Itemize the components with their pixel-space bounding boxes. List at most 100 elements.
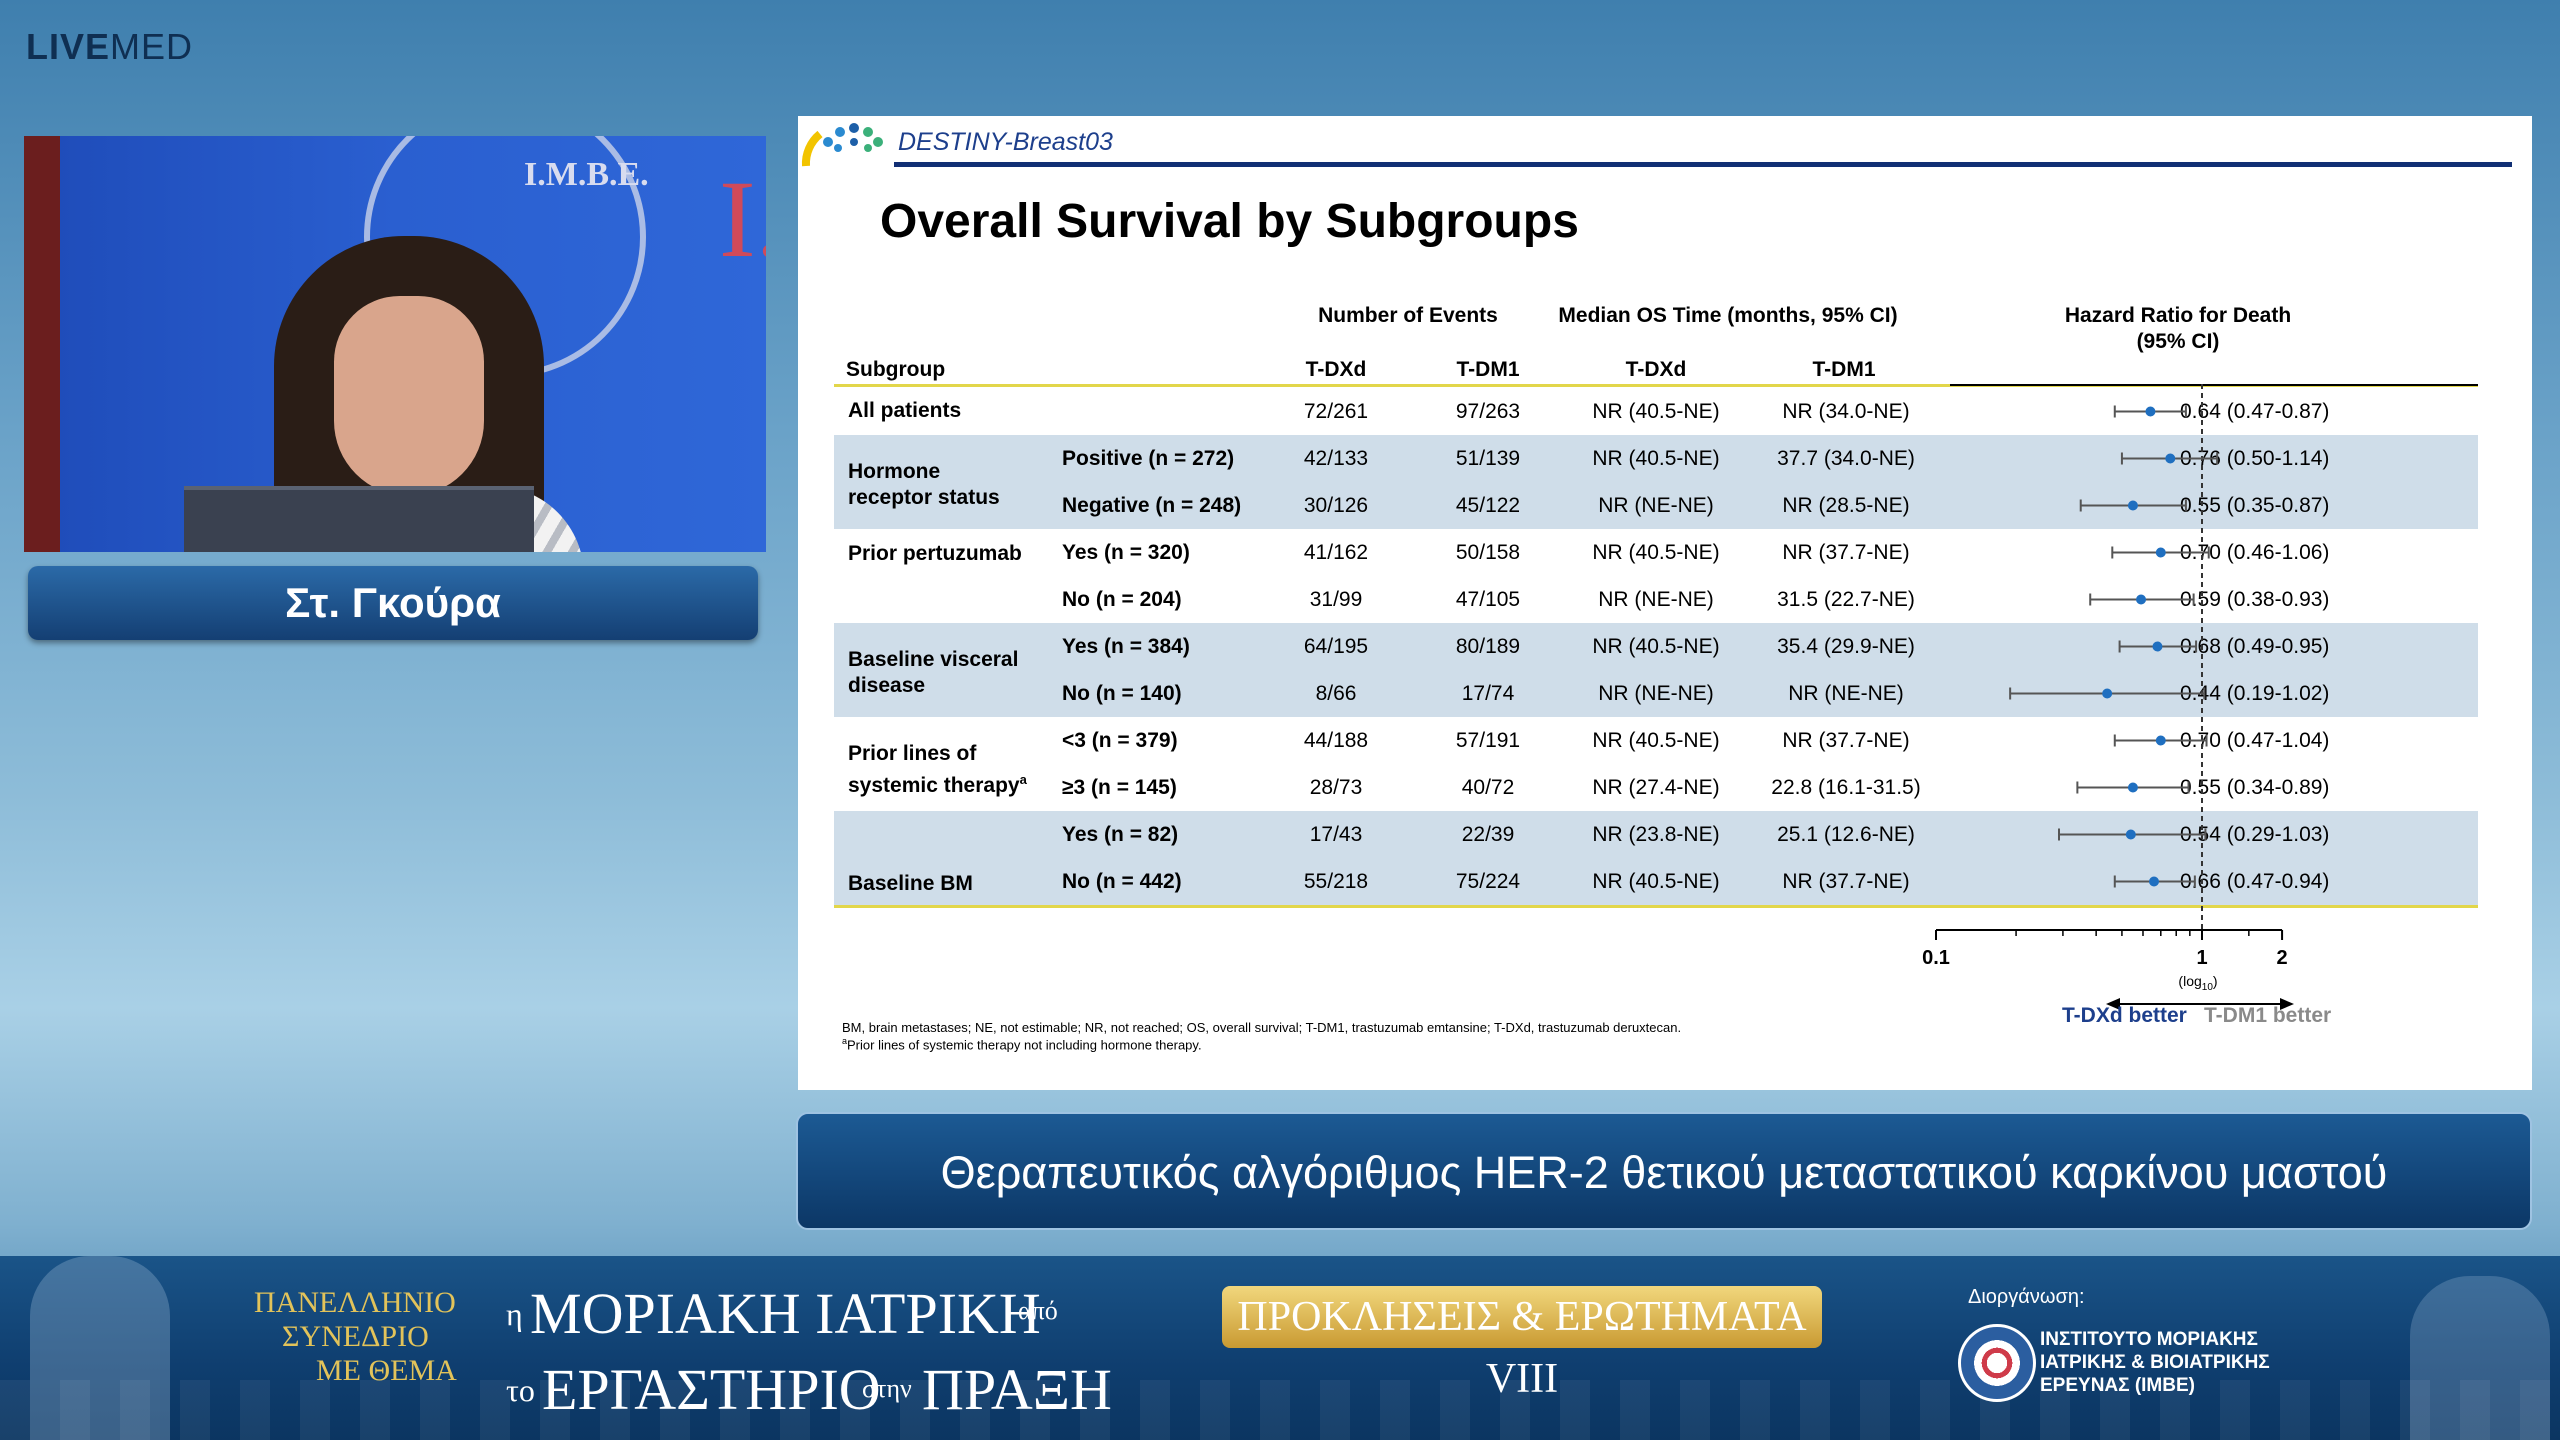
hazard-ratio-cell: 0.64 (0.47-0.87) xyxy=(2180,400,2330,423)
x-scale-label: (log10) xyxy=(2178,973,2217,993)
os-tdxd-cell: NR (40.5-NE) xyxy=(1592,870,1720,893)
banner-me-thema: ΜΕ ΘΕΜΑ xyxy=(316,1354,457,1387)
os-tdxd-cell: NR (NE-NE) xyxy=(1598,682,1714,705)
events-tdm1-cell: 17/74 xyxy=(1461,682,1515,705)
table-row: Positive (n = 272) 42/133 51/139 NR (40.5-N… xyxy=(834,435,2478,482)
events-tdxd-cell: 8/66 xyxy=(1315,682,1357,705)
subgroup-cell: Yes (n = 384) xyxy=(1062,635,1190,658)
events-tdm1-cell: 51/139 xyxy=(1455,447,1521,470)
trial-name: DESTINY-Breast03 xyxy=(898,128,1113,156)
tdm1-better-label: T-DM1 better xyxy=(2204,1004,2332,1027)
footnote-abbreviations: BM, brain metastases; NE, not estimable;… xyxy=(842,1020,1682,1035)
hazard-ratio-cell: 0.55 (0.35-0.87) xyxy=(2180,494,2330,517)
banner-stin: στην xyxy=(862,1374,912,1403)
table-row: No (n = 442) 55/218 75/224 NR (40.5-NE) NR (… xyxy=(834,858,2478,905)
x-tick-label: 0.1 xyxy=(1922,947,1950,969)
hazard-ratio-cell: 0.66 (0.47-0.94) xyxy=(2180,870,2330,893)
laptop xyxy=(184,486,534,552)
os-tdm1-cell: NR (37.7-NE) xyxy=(1782,729,1910,752)
slide-title: Overall Survival by Subgroups xyxy=(880,195,1579,248)
presentation-slide: DESTINY-Breast03 Overall Survival by Sub… xyxy=(798,116,2532,1090)
banner-challenges-pill: ΠΡΟΚΛΗΣΕΙΣ & ΕΡΩΤΗΜΑΤΑ VIII xyxy=(1222,1286,1822,1402)
subgroup-cell: Negative (n = 248) xyxy=(1062,494,1242,517)
livemed-logo: LIVEMED xyxy=(26,26,194,67)
os-tdm1-cell: NR (37.7-NE) xyxy=(1782,870,1910,893)
hazard-ratio-cell: 0.70 (0.46-1.06) xyxy=(2180,541,2330,564)
events-tdm1-cell: 22/39 xyxy=(1461,823,1515,846)
subgroup-cell: No (n = 442) xyxy=(1062,870,1182,893)
table-bottom-rule xyxy=(834,905,2478,908)
os-tdm1-cell: NR (34.0-NE) xyxy=(1782,400,1910,423)
tdxd-better-label: T-DXd better xyxy=(2062,1004,2187,1027)
hazard-ratio-cell: 0.54 (0.29-1.03) xyxy=(2180,823,2330,846)
table-row: Yes (n = 82) 17/43 22/39 NR (23.8-NE) 25.1 (… xyxy=(834,811,2478,858)
hazard-ratio-cell: 0.55 (0.34-0.89) xyxy=(2180,776,2330,799)
organizer-label: Διοργάνωση: xyxy=(1968,1286,2085,1308)
header-os-tdxd: T-DXd xyxy=(1625,358,1687,381)
os-tdxd-cell: NR (40.5-NE) xyxy=(1592,400,1720,423)
events-tdm1-cell: 50/158 xyxy=(1455,541,1521,564)
banner-h: η xyxy=(506,1296,523,1332)
os-tdxd-cell: NR (23.8-NE) xyxy=(1592,823,1720,846)
hazard-ratio-cell: 0.44 (0.19-1.02) xyxy=(2180,682,2330,705)
subgroup-cell: Yes (n = 82) xyxy=(1062,823,1179,846)
events-tdm1-cell: 45/122 xyxy=(1455,494,1521,517)
x-tick-label: 2 xyxy=(2277,947,2288,969)
subgroup-cell: Yes (n = 320) xyxy=(1062,541,1190,564)
events-tdxd-cell: 30/126 xyxy=(1303,494,1369,517)
banner-synedrio: ΣΥΝΕΔΡΙΟ xyxy=(282,1320,429,1353)
os-tdxd-cell: NR (40.5-NE) xyxy=(1592,635,1720,658)
speaker-nameplate: Στ. Γκούρα xyxy=(28,566,758,640)
imbe-logo-text: I.M.B.E. xyxy=(524,156,649,193)
subgroup-cell: No (n = 204) xyxy=(1062,588,1182,611)
events-tdxd-cell: 44/188 xyxy=(1303,729,1369,752)
events-tdm1-cell: 40/72 xyxy=(1461,776,1515,799)
header-subgroup: Subgroup xyxy=(846,358,946,381)
table-row: No (n = 140) 8/66 17/74 NR (NE-NE) NR (NE-NE… xyxy=(834,670,2478,717)
hazard-ratio-cell: 0.70 (0.47-1.04) xyxy=(2180,729,2330,752)
os-tdxd-cell: NR (NE-NE) xyxy=(1598,588,1714,611)
footnote-prior-lines: aPrior lines of systemic therapy not inc… xyxy=(842,1036,1202,1053)
events-tdm1-cell: 75/224 xyxy=(1455,870,1521,893)
banner-praxi: ΠΡΑΞΗ xyxy=(922,1357,1112,1422)
header-os-tdm1: T-DM1 xyxy=(1812,358,1876,381)
os-tdm1-cell: 37.7 (34.0-NE) xyxy=(1777,447,1915,470)
organizer-name: ΙΝΣΤΙΤΟΥΤΟ ΜΟΡΙΑΚΗΣ ΙΑΤΡΙΚΗΣ & ΒΙΟΙΑΤΡΙΚ… xyxy=(2040,1329,2270,1396)
subgroup-cell xyxy=(1062,388,1262,435)
subgroup-cell: No (n = 140) xyxy=(1062,682,1182,705)
table-row: <3 (n = 379) 44/188 57/191 NR (40.5-NE) NR (… xyxy=(834,717,2478,764)
destiny-logo-icon xyxy=(801,123,883,167)
table-row: No (n = 204) 31/99 47/105 NR (NE-NE) 31.5 (2… xyxy=(834,576,2478,623)
banner-ergastirio: ΕΡΓΑΣΤΗΡΙΟ xyxy=(542,1357,881,1422)
os-tdxd-cell: NR (40.5-NE) xyxy=(1592,447,1720,470)
events-tdxd-cell: 42/133 xyxy=(1303,447,1369,470)
imbe-logo-icon xyxy=(1958,1324,2036,1402)
header-hazard-ratio: Hazard Ratio for Death xyxy=(2064,304,2292,327)
hazard-ratio-cell: 0.68 (0.49-0.95) xyxy=(2180,635,2330,658)
subgroup-cell: ≥3 (n = 145) xyxy=(1062,776,1177,799)
subgroup-cell: Positive (n = 272) xyxy=(1062,447,1235,470)
events-tdxd-cell: 64/195 xyxy=(1303,635,1369,658)
os-tdm1-cell: 35.4 (29.9-NE) xyxy=(1777,635,1915,658)
os-tdxd-cell: NR (27.4-NE) xyxy=(1592,776,1720,799)
events-tdm1-cell: 47/105 xyxy=(1455,588,1521,611)
header-hazard-ratio-ci: (95% CI) xyxy=(2136,330,2220,353)
events-tdxd-cell: 17/43 xyxy=(1309,823,1363,846)
header-events-tdm1: T-DM1 xyxy=(1456,358,1520,381)
x-tick-label: 1 xyxy=(2196,947,2207,969)
events-tdxd-cell: 41/162 xyxy=(1303,541,1369,564)
forest-top-rule xyxy=(1950,384,2478,386)
banner-to: το xyxy=(506,1372,535,1408)
trial-underline xyxy=(894,162,2512,167)
curtain xyxy=(24,136,60,552)
conference-banner: ΠΑΝΕΛΛΗΝΙΟ ΣΥΝΕΔΡΙΟ ΜΕ ΘΕΜΑ η ΜΟΡΙΑΚΗ ΙΑ… xyxy=(0,1256,2560,1440)
banner-panellinio: ΠΑΝΕΛΛΗΝΙΟ xyxy=(254,1286,456,1319)
table-row: Yes (n = 384) 64/195 80/189 NR (40.5-NE) 35.… xyxy=(834,623,2478,670)
subgroup-cell: <3 (n = 379) xyxy=(1062,729,1178,752)
table-row: ≥3 (n = 145) 28/73 40/72 NR (27.4-NE) 22.8 (… xyxy=(834,764,2478,811)
topic-banner: Θεραπευτικός αλγόριθμος HER-2 θετικού με… xyxy=(796,1112,2532,1230)
os-tdxd-cell: NR (40.5-NE) xyxy=(1592,729,1720,752)
events-tdm1-cell: 57/191 xyxy=(1455,729,1521,752)
speaker-video: I.M.B.E. I. xyxy=(24,136,766,552)
events-tdxd-cell: 28/73 xyxy=(1309,776,1363,799)
